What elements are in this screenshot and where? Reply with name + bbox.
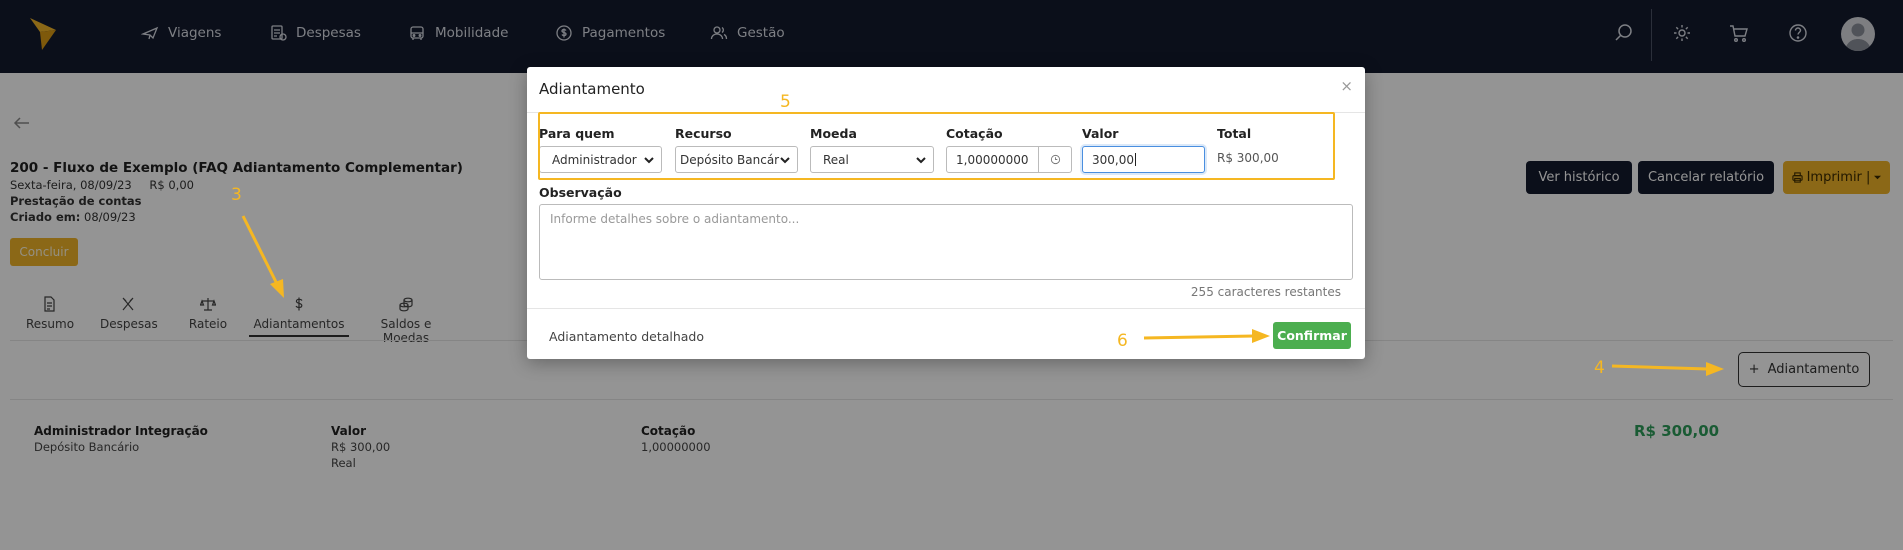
annotation-step-6: 6 <box>1117 331 1128 351</box>
annotation-step-3: 3 <box>231 185 242 205</box>
advance-modal: Adiantamento × Para quem Administrador R… <box>527 67 1365 359</box>
annotation-step-5: 5 <box>780 92 791 112</box>
modal-title: Adiantamento <box>539 80 645 98</box>
characters-remaining: 255 caracteres restantes <box>1190 285 1341 299</box>
observacao-label: Observação <box>539 185 622 200</box>
observacao-textarea[interactable]: Informe detalhes sobre o adiantamento... <box>539 204 1353 280</box>
observacao-placeholder: Informe detalhes sobre o adiantamento... <box>550 212 800 226</box>
close-icon[interactable]: × <box>1340 77 1353 95</box>
modal-footer-divider <box>527 308 1365 309</box>
confirm-button[interactable]: Confirmar <box>1273 322 1351 349</box>
detailed-advance-link[interactable]: Adiantamento detalhado <box>549 329 704 344</box>
annotation-step-4: 4 <box>1594 358 1605 378</box>
annotation-highlight-box <box>538 112 1335 180</box>
